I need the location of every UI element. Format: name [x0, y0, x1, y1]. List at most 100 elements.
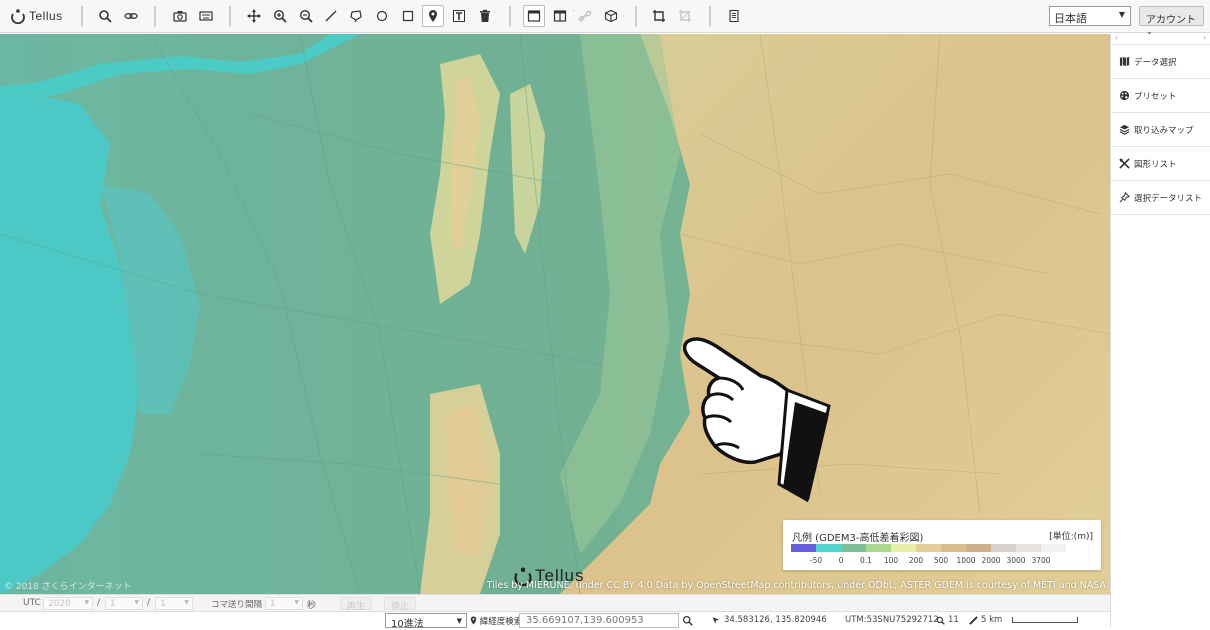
- notation-value: 10進法: [391, 619, 424, 630]
- stop-button[interactable]: 停止: [384, 597, 417, 612]
- side-item-label: プリセット: [1134, 91, 1177, 102]
- legend-swatch: [841, 544, 866, 552]
- toolbar-divider: [81, 6, 83, 27]
- language-value: 日本語: [1054, 12, 1087, 25]
- cube-icon: [604, 9, 618, 23]
- 3d-view-button[interactable]: [600, 5, 622, 27]
- map-canvas[interactable]: © 2018 さくらインターネット Tellus Tiles by MIERUN…: [0, 34, 1110, 594]
- lasso-icon: [350, 10, 362, 23]
- legend-tick-label: 0: [838, 556, 844, 565]
- split-window-icon: [553, 10, 567, 22]
- split-window-button[interactable]: ·: [549, 5, 575, 27]
- main-toolbar: Tellus · 日本語 ▼ アカウント ⌄: [0, 0, 1210, 36]
- interval-select[interactable]: 1 ▼: [265, 597, 303, 610]
- side-item-preset[interactable]: プリセット: [1111, 79, 1210, 113]
- pointing-hand-icon: [683, 337, 831, 503]
- year-select[interactable]: 2020 ▼: [43, 597, 93, 610]
- search-icon: [99, 10, 112, 23]
- screenshot-button[interactable]: [169, 5, 191, 27]
- zoom-in-icon: [273, 9, 287, 23]
- crop-button[interactable]: [648, 5, 670, 27]
- place-pin-button[interactable]: [422, 5, 444, 27]
- month-select[interactable]: 1 ▼: [105, 597, 143, 610]
- legend-ticks: -50 0 0.1 100 200 500 1000 2000 3000 3700: [791, 556, 1066, 566]
- language-select[interactable]: 日本語 ▼: [1049, 6, 1131, 26]
- date-separator: /: [97, 598, 101, 608]
- collapse-right-icon[interactable]: ›: [1203, 34, 1206, 42]
- time-control-bar: UTC 2020 ▼ / 1 ▼ / 1 ▼ コマ送り間隔 1 ▼ 秒 再生 停止: [0, 594, 1110, 612]
- side-item-selected-data-list[interactable]: 選択データリスト: [1111, 181, 1210, 215]
- draw-rectangle-button[interactable]: [397, 5, 419, 27]
- tellus-logo-icon: [11, 9, 25, 24]
- coord-search-input[interactable]: [519, 613, 679, 628]
- cursor-icon: [712, 617, 720, 624]
- interval-value: 1: [270, 599, 276, 609]
- date-separator: /: [147, 598, 151, 608]
- search-icon[interactable]: [682, 615, 693, 626]
- legend-tick-label: 100: [883, 556, 899, 565]
- draw-circle-button[interactable]: [371, 5, 393, 27]
- zoom-out-icon: [299, 9, 313, 23]
- side-item-data-select[interactable]: データ選択: [1111, 45, 1210, 79]
- toolbar-divider: [229, 6, 231, 27]
- account-button[interactable]: アカウント ⌄: [1139, 6, 1204, 36]
- circle-icon: [376, 10, 388, 22]
- legend-tick-label: -50: [809, 556, 823, 565]
- notation-select[interactable]: 10進法 ▼: [385, 613, 467, 630]
- legend-tick-label: 500: [933, 556, 949, 565]
- legend-tick-label: 3000: [1006, 556, 1026, 565]
- link-button[interactable]: [120, 5, 142, 27]
- crop-disabled-icon: [679, 10, 691, 22]
- move-button[interactable]: [243, 5, 265, 27]
- sync-link-button[interactable]: [574, 5, 596, 27]
- caret-down-icon: ▼: [134, 599, 139, 606]
- tellus-logo[interactable]: Tellus: [10, 6, 63, 26]
- keyboard-button[interactable]: [195, 5, 217, 27]
- single-window-button[interactable]: [523, 5, 545, 27]
- legend-swatch: [816, 544, 841, 552]
- zoom-in-button[interactable]: [269, 5, 291, 27]
- crop-disabled-button[interactable]: [674, 5, 696, 27]
- text-icon: [453, 10, 465, 22]
- side-item-label: 図形リスト: [1134, 159, 1177, 170]
- elevation-map: [0, 34, 1110, 594]
- side-panel-header: ‹ ›: [1111, 34, 1210, 45]
- search-button[interactable]: [94, 5, 116, 27]
- trash-icon: [480, 9, 490, 22]
- map-copyright: © 2018 さくらインターネット: [4, 582, 132, 592]
- zoom-icon: [936, 616, 945, 625]
- account-label: アカウント: [1146, 15, 1196, 26]
- utm-coordinates: UTM:53SNU75292712: [845, 615, 939, 625]
- draw-polygon-button[interactable]: [345, 5, 367, 27]
- caret-down-icon: ▼: [184, 599, 189, 606]
- sync-link-icon: [578, 10, 592, 22]
- zoom-out-button[interactable]: [295, 5, 317, 27]
- day-select[interactable]: 1 ▼: [155, 597, 193, 610]
- toolbar-divider: [509, 6, 511, 27]
- legend-tick-label: 0.1: [860, 556, 872, 565]
- legend-swatch: [791, 544, 816, 552]
- delete-button[interactable]: [474, 5, 496, 27]
- add-text-button[interactable]: [448, 5, 470, 27]
- draw-line-button[interactable]: [320, 5, 342, 27]
- document-button[interactable]: [723, 5, 745, 27]
- collapse-left-icon[interactable]: ‹: [1115, 34, 1118, 42]
- legend-swatch: [966, 544, 991, 552]
- legend-title: 凡例 (GDEM3-高低差着彩図): [792, 533, 924, 544]
- coord-search-text: 緯経度検索: [479, 617, 523, 627]
- ruler-icon: [969, 616, 978, 625]
- map-icon: [1119, 56, 1130, 67]
- side-item-imported-maps[interactable]: 取り込みマップ: [1111, 113, 1210, 147]
- year-value: 2020: [48, 599, 71, 609]
- seconds-label: 秒: [307, 601, 317, 611]
- line-icon: [325, 10, 337, 22]
- day-value: 1: [160, 599, 166, 609]
- legend-swatch: [1041, 544, 1066, 552]
- legend-tick-label: 3700: [1031, 556, 1051, 565]
- legend-color-bar: [791, 544, 1066, 552]
- map-attribution: Tiles by MIERUNE, under CC BY 4.0 Data b…: [486, 580, 1106, 591]
- play-button[interactable]: 再生: [340, 597, 373, 612]
- side-item-shape-list[interactable]: 図形リスト: [1111, 147, 1210, 181]
- month-value: 1: [110, 599, 116, 609]
- layers-icon: [1119, 124, 1130, 135]
